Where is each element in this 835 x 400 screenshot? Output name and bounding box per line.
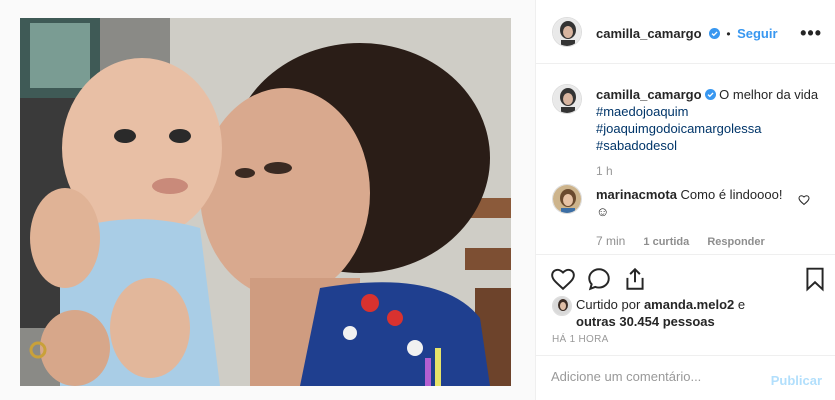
caption-text: O melhor da vida <box>719 87 819 102</box>
comment-emoji: ☺ <box>596 204 610 219</box>
commenter-avatar[interactable] <box>552 184 582 214</box>
liker-avatar[interactable] <box>552 296 572 316</box>
author-avatar[interactable] <box>552 17 582 47</box>
likes-summary: Curtido por amanda.melo2 e outras 30.454… <box>576 296 745 330</box>
reply-button[interactable]: Responder <box>707 236 764 248</box>
comment: marinacmota Como é lindoooo! ☺ <box>596 186 796 220</box>
comment-username[interactable]: marinacmota <box>596 187 677 202</box>
comment-like-heart-icon[interactable] <box>798 194 810 206</box>
follow-separator: • <box>726 27 731 41</box>
caption-username[interactable]: camilla_camargo <box>596 87 702 102</box>
avatar-image <box>553 85 581 113</box>
comment-meta: 7 min 1 curtida Responder <box>596 234 780 248</box>
post-side-panel: camilla_camargo • Seguir ••• camilla_cam… <box>535 0 835 400</box>
post-caption: camilla_camargo O melhor da vida #maedoj… <box>596 86 821 154</box>
more-options-icon[interactable]: ••• <box>800 23 822 44</box>
verified-badge-icon <box>704 89 716 100</box>
avatar-image <box>553 297 571 315</box>
posted-ago[interactable]: HÁ 1 HORA <box>552 334 609 345</box>
instagram-post: camilla_camargo • Seguir ••• camilla_cam… <box>0 0 835 400</box>
comment-bubble-icon[interactable] <box>586 266 612 292</box>
hashtag-link[interactable]: #joaquimgodoicamargolessa <box>596 120 821 137</box>
avatar-image <box>553 185 581 213</box>
likes-prefix: Curtido por <box>576 297 641 312</box>
publish-button[interactable]: Publicar <box>771 373 822 388</box>
comment-text: Como é lindoooo! <box>680 187 783 202</box>
comment-likes[interactable]: 1 curtida <box>643 236 689 248</box>
follow-button[interactable]: Seguir <box>737 26 777 41</box>
photo-illustration <box>20 18 511 386</box>
add-comment-bar: Publicar <box>536 355 835 400</box>
likes-user[interactable]: amanda.melo2 <box>644 297 734 312</box>
hashtag-link[interactable]: #sabadodesol <box>596 137 821 154</box>
add-comment-input[interactable] <box>551 369 751 384</box>
action-bar <box>536 254 835 300</box>
hashtag-link[interactable]: #maedojoaquim <box>596 103 821 120</box>
share-icon[interactable] <box>622 266 648 292</box>
post-photo[interactable] <box>20 18 511 386</box>
comment-time[interactable]: 7 min <box>596 234 625 248</box>
likes-others[interactable]: outras 30.454 pessoas <box>576 314 715 329</box>
like-heart-icon[interactable] <box>550 266 576 292</box>
caption-time[interactable]: 1 h <box>596 164 613 178</box>
header-username[interactable]: camilla_camargo <box>596 26 702 41</box>
caption-avatar[interactable] <box>552 84 582 114</box>
avatar-image <box>553 18 581 46</box>
save-bookmark-icon[interactable] <box>802 266 828 292</box>
likes-connector: e <box>737 297 746 312</box>
verified-badge-icon <box>708 28 720 39</box>
post-header: camilla_camargo • Seguir ••• <box>536 0 835 64</box>
header-user-line: camilla_camargo • Seguir <box>596 25 778 43</box>
